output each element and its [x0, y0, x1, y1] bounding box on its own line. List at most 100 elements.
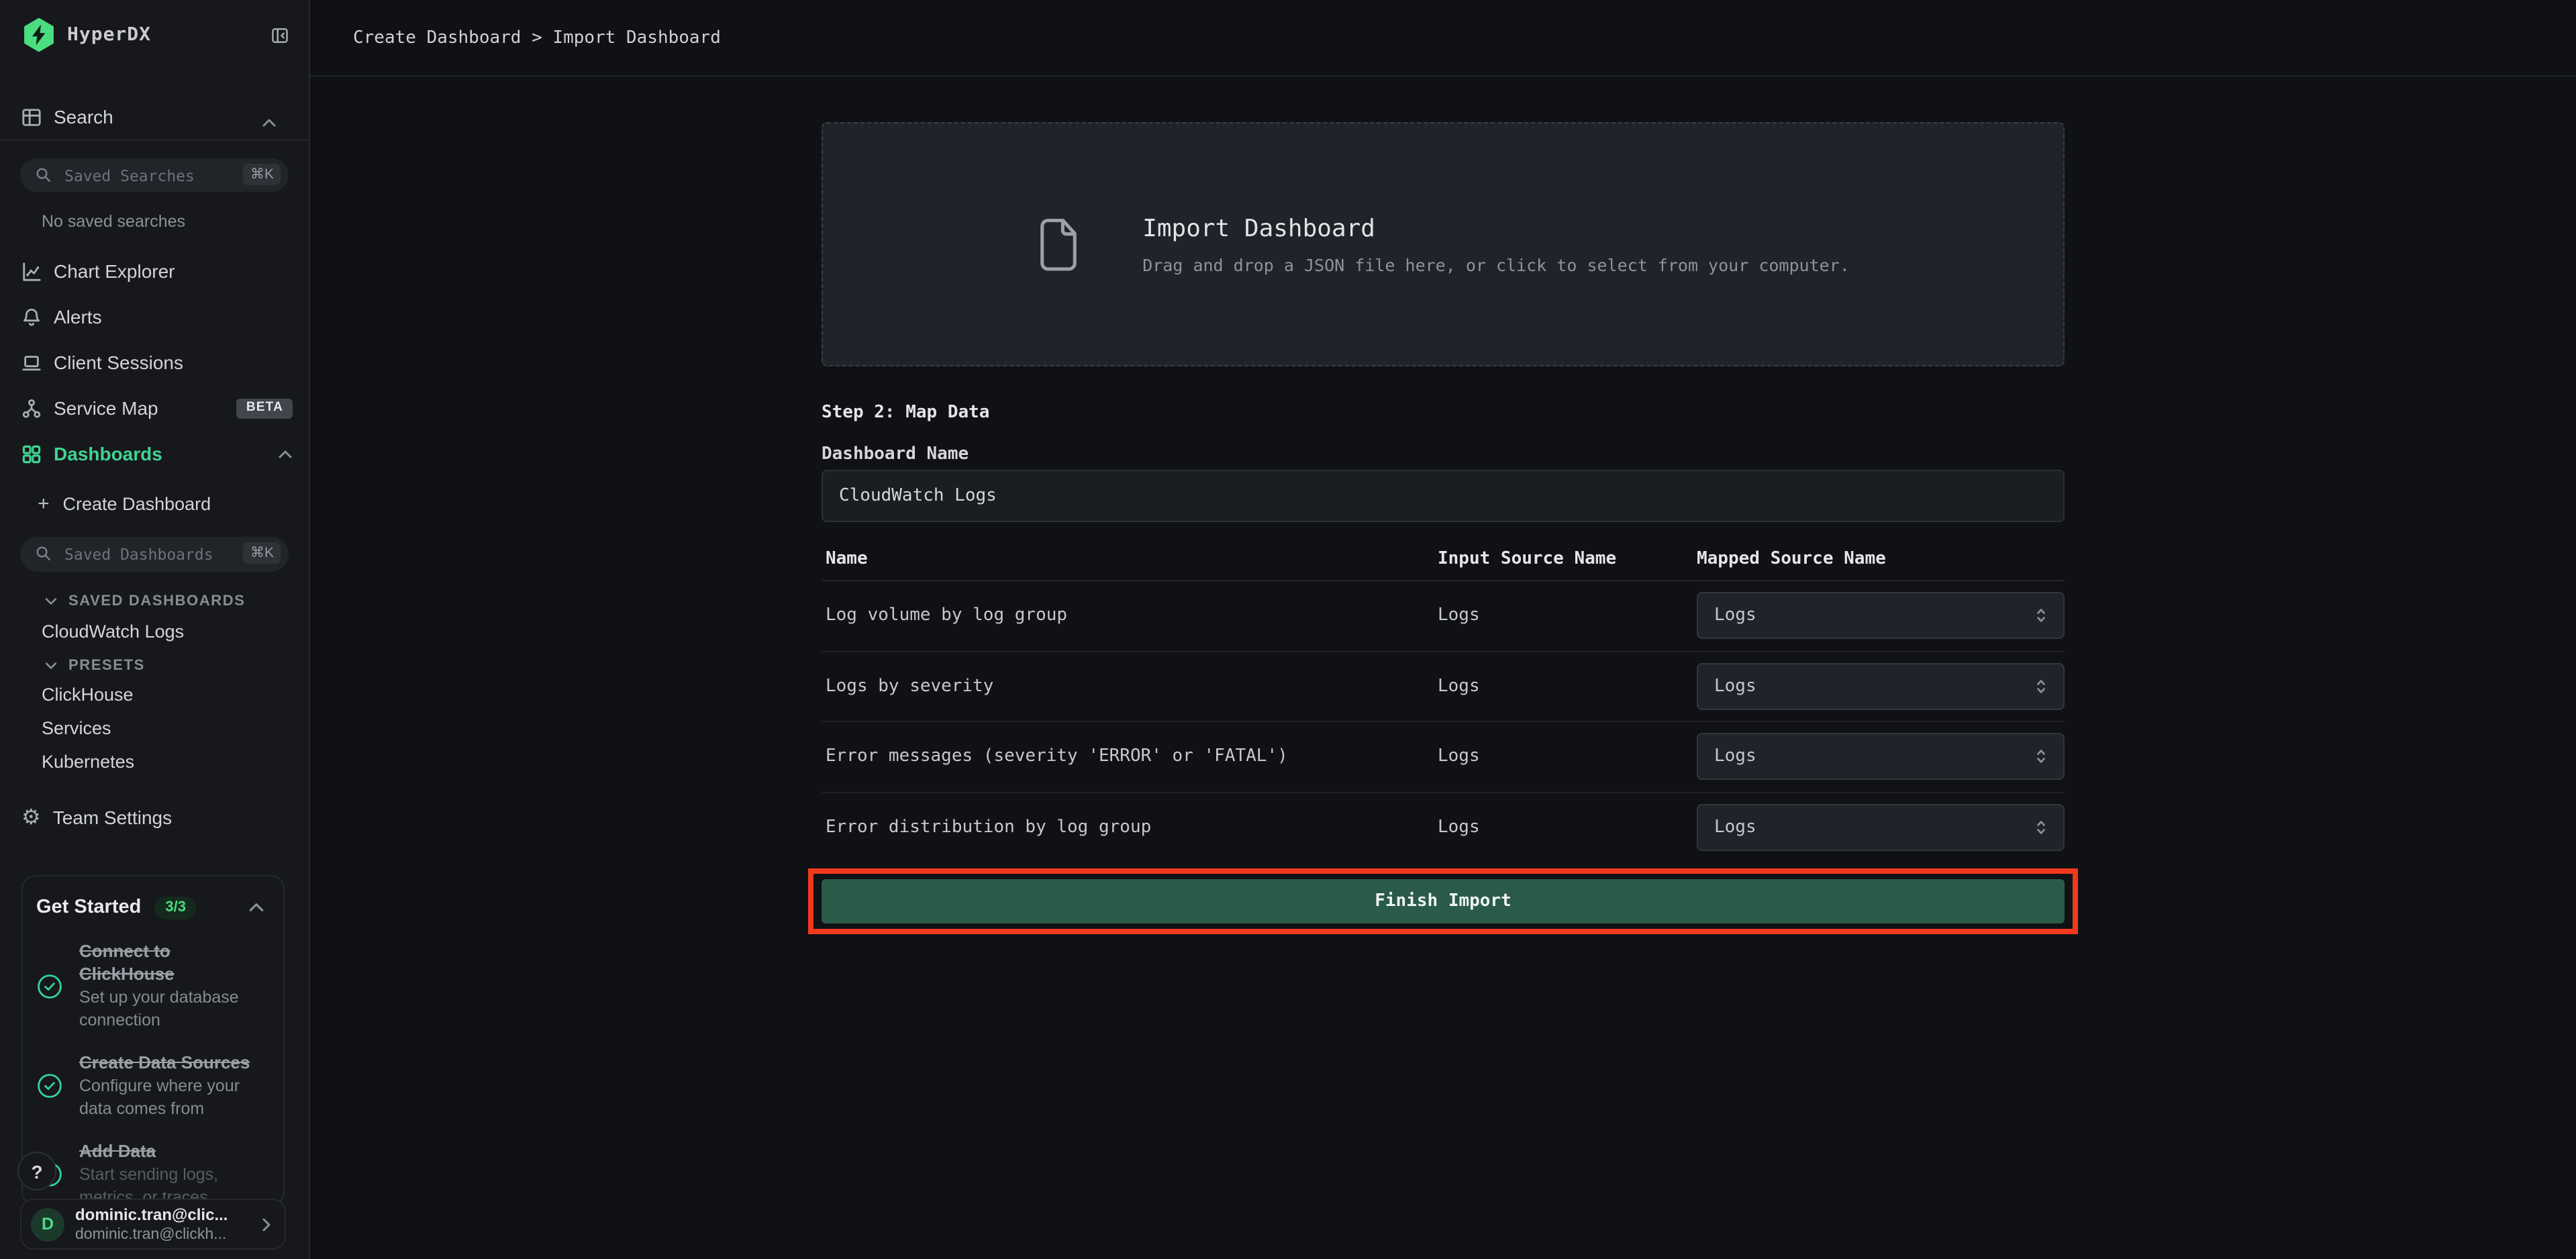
chart-explorer-icon — [21, 261, 42, 281]
import-dropzone[interactable]: Import Dashboard Drag and drop a JSON fi… — [822, 122, 2065, 366]
select-value: Logs — [1714, 676, 1756, 697]
sidebar-item-alerts[interactable]: Alerts — [0, 294, 309, 340]
main-area: Create Dashboard > Import Dashboard Impo… — [310, 0, 2576, 1259]
get-started-item-add-data[interactable]: Add Data Start sending logs, metrics, or… — [36, 1140, 270, 1205]
chart-name-cell: Error distribution by log group — [822, 817, 1438, 838]
sidebar-item-label: Dashboards — [54, 443, 162, 464]
user-menu[interactable]: D dominic.tran@clic... dominic.tran@clic… — [20, 1199, 286, 1250]
column-header-mapped-source: Mapped Source Name — [1697, 549, 2065, 569]
search-nav-icon — [21, 107, 42, 128]
get-started-card: Get Started 3/3 Connect to ClickHouse — [21, 875, 285, 1205]
preset-name: ClickHouse — [42, 685, 134, 705]
input-source-cell: Logs — [1438, 606, 1697, 626]
sidebar-item-team-settings[interactable]: ⚙ Team Settings — [0, 795, 309, 840]
user-name: dominic.tran@clic... — [75, 1205, 228, 1225]
select-chevrons-icon — [2035, 817, 2047, 838]
sidebar-preset-clickhouse[interactable]: ClickHouse — [0, 678, 309, 711]
sidebar-preset-services[interactable]: Services — [0, 711, 309, 745]
chevron-down-icon — [44, 597, 58, 605]
chevron-up-icon — [262, 118, 277, 128]
sidebar-item-dashboards[interactable]: Dashboards — [0, 431, 309, 476]
user-texts: dominic.tran@clic... dominic.tran@clickh… — [75, 1205, 228, 1244]
get-started-header[interactable]: Get Started 3/3 — [36, 893, 270, 922]
select-chevrons-icon — [2035, 676, 2047, 697]
column-header-input-source: Input Source Name — [1438, 549, 1697, 569]
check-circle-icon — [36, 972, 63, 999]
input-source-cell: Logs — [1438, 747, 1697, 767]
breadcrumb[interactable]: Create Dashboard > Import Dashboard — [353, 28, 721, 48]
create-dashboard-label: Create Dashboard — [63, 493, 211, 513]
table-row: Error distribution by log group Logs Log… — [822, 793, 2065, 862]
mapped-source-select[interactable]: Logs — [1697, 663, 2065, 710]
help-button[interactable]: ? — [17, 1152, 56, 1191]
presets-group-header[interactable]: PRESETS — [0, 654, 309, 678]
user-email: dominic.tran@clickh... — [75, 1225, 228, 1244]
get-started-item-sources[interactable]: Create Data Sources Configure where your… — [36, 1051, 270, 1121]
hyperdx-logo-icon — [21, 17, 56, 52]
group-title: PRESETS — [68, 658, 145, 674]
get-started-item-text: Connect to ClickHouse Set up your databa… — [79, 940, 256, 1032]
step-heading: Step 2: Map Data — [822, 404, 2065, 423]
file-icon — [1036, 217, 1081, 272]
preset-name: Kubernetes — [42, 752, 134, 772]
input-source-cell: Logs — [1438, 676, 1697, 697]
service-map-icon — [21, 398, 42, 418]
task-title: Connect to ClickHouse — [79, 940, 256, 985]
sidebar-section-search[interactable]: Search — [0, 70, 309, 141]
table-row: Logs by severity Logs Logs — [822, 652, 2065, 722]
sidebar-item-service-map[interactable]: Service Map BETA — [0, 385, 309, 431]
app-title: HyperDX — [67, 24, 151, 46]
dashboard-name-input[interactable] — [822, 470, 2065, 522]
import-panel: Import Dashboard Drag and drop a JSON fi… — [822, 77, 2065, 1259]
saved-dashboards-group-header[interactable]: SAVED DASHBOARDS — [0, 589, 309, 613]
table-row: Log volume by log group Logs Logs — [822, 581, 2065, 652]
search-icon — [35, 545, 52, 562]
sidebar-preset-kubernetes[interactable]: Kubernetes — [0, 745, 309, 778]
logo-row: HyperDX — [0, 0, 309, 70]
sidebar-item-label: Client Sessions — [54, 352, 183, 373]
sidebar-item-label: Chart Explorer — [54, 260, 175, 282]
mapping-table: Name Input Source Name Mapped Source Nam… — [822, 538, 2065, 862]
top-bar: Create Dashboard > Import Dashboard — [310, 0, 2576, 77]
sidebar-nav: Chart Explorer Alerts Client Sessions — [0, 248, 309, 476]
table-row: Error messages (severity 'ERROR' or 'FAT… — [822, 722, 2065, 793]
get-started-item-text: Create Data Sources Configure where your… — [79, 1051, 256, 1121]
mapped-source-select[interactable]: Logs — [1697, 593, 2065, 640]
chevron-up-icon — [248, 902, 264, 913]
mapped-source-select[interactable]: Logs — [1697, 804, 2065, 851]
beta-badge: BETA — [237, 398, 293, 418]
create-dashboard-button[interactable]: + Create Dashboard — [0, 481, 309, 526]
select-chevrons-icon — [2035, 747, 2047, 767]
sidebar-item-label: Team Settings — [53, 807, 172, 828]
get-started-item-text: Add Data Start sending logs, metrics, or… — [79, 1140, 256, 1205]
chart-name-cell: Error messages (severity 'ERROR' or 'FAT… — [822, 747, 1438, 767]
preset-name: Services — [42, 718, 111, 738]
dashboards-grid-icon — [21, 444, 42, 464]
column-header-name: Name — [822, 549, 1438, 569]
chevron-right-icon — [262, 1217, 271, 1231]
sidebar-item-client-sessions[interactable]: Client Sessions — [0, 340, 309, 385]
get-started-items: Connect to ClickHouse Set up your databa… — [36, 940, 270, 1205]
search-section-label: Search — [54, 106, 113, 128]
sidebar-item-label: Service Map — [54, 397, 158, 419]
shortcut-badge: ⌘K — [244, 164, 281, 185]
progress-badge: 3/3 — [154, 896, 197, 919]
get-started-item-connect[interactable]: Connect to ClickHouse Set up your databa… — [36, 940, 270, 1032]
laptop-icon — [21, 352, 42, 372]
dropzone-text: Import Dashboard Drag and drop a JSON fi… — [1142, 214, 1850, 274]
saved-searches-search: ⌘K — [20, 158, 289, 192]
get-started-title: Get Started — [36, 897, 141, 918]
collapse-sidebar-icon[interactable] — [271, 26, 289, 44]
sidebar-dashboard-cloudwatch-logs[interactable]: CloudWatch Logs — [0, 613, 309, 648]
gear-icon: ⚙ — [21, 807, 41, 828]
finish-import-button[interactable]: Finish Import — [822, 879, 2065, 923]
mapped-source-select[interactable]: Logs — [1697, 734, 2065, 780]
select-chevrons-icon — [2035, 606, 2047, 626]
shortcut-badge: ⌘K — [244, 542, 281, 564]
sidebar-item-chart-explorer[interactable]: Chart Explorer — [0, 248, 309, 294]
content: Import Dashboard Drag and drop a JSON fi… — [310, 77, 2576, 1259]
dropzone-title: Import Dashboard — [1142, 214, 1850, 242]
select-value: Logs — [1714, 606, 1756, 626]
sidebar: HyperDX Search — [0, 0, 310, 1259]
select-value: Logs — [1714, 747, 1756, 767]
